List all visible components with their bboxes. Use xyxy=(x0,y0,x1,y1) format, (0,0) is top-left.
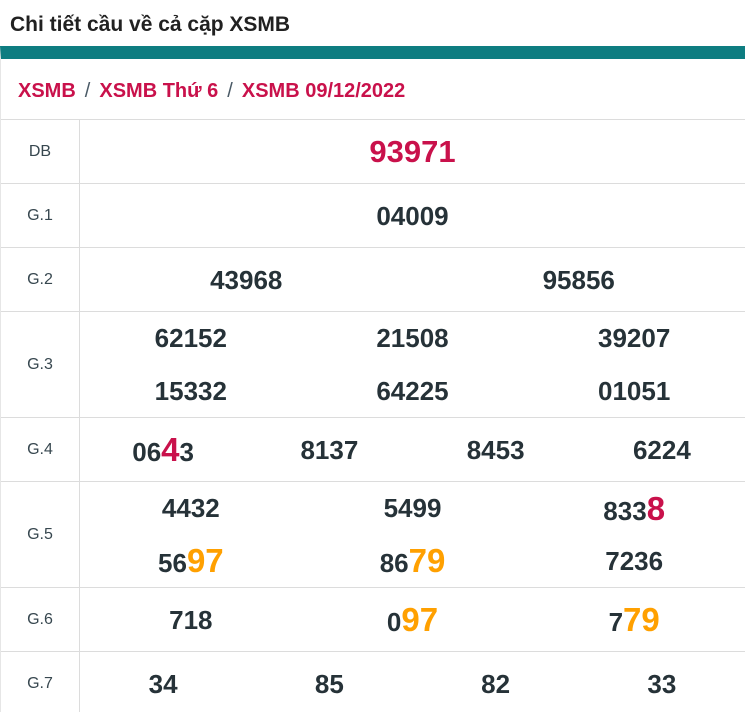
highlighted-digits: 8 xyxy=(646,489,666,527)
prize-row-values: 4432 5499 8338 5697 8679 7236 xyxy=(80,482,745,587)
digits: 8453 xyxy=(466,434,525,465)
prize-row-label: G.7 xyxy=(1,652,80,712)
prize-value: 39207 xyxy=(523,325,745,351)
digits: 82 xyxy=(481,668,511,699)
prize-row-db: DB 93971 xyxy=(1,120,745,184)
prize-row-label: G.1 xyxy=(1,184,80,247)
prize-value: 04009 xyxy=(80,203,745,229)
highlighted-digits: 79 xyxy=(623,601,660,638)
content-panel: XSMB / XSMB Thứ 6 / XSMB 09/12/2022 DB 93971 G… xyxy=(0,46,745,712)
digits: 6224 xyxy=(632,434,691,465)
breadcrumb-link-0[interactable]: XSMB xyxy=(18,80,76,102)
prize-row-values: 34 85 82 33 xyxy=(80,652,745,712)
prize-row-g7: G.7 34 85 82 33 xyxy=(1,652,745,712)
digits: 5499 xyxy=(383,493,442,524)
digits: 8137 xyxy=(300,434,359,465)
prize-row-label: G.2 xyxy=(1,248,80,311)
prize-value: 8137 xyxy=(246,437,412,463)
digits: 39207 xyxy=(598,323,671,354)
digits: 86 xyxy=(379,548,409,579)
digits: 15332 xyxy=(154,375,227,406)
highlighted-digits: 79 xyxy=(408,542,446,580)
digits: 7 xyxy=(608,607,624,637)
prize-value: 097 xyxy=(302,603,524,636)
prize-row-values: 04009 xyxy=(80,184,745,247)
prize-row-g5: G.5 4432 5499 8338 5697 8679 7236 xyxy=(1,482,745,588)
highlighted-digits: 97 xyxy=(401,601,439,638)
prize-row-g3: G.3 62152 21508 39207 15332 64225 01051 xyxy=(1,312,745,418)
breadcrumb-separator: / xyxy=(227,80,233,102)
prize-value: 718 xyxy=(80,607,302,633)
digits: 95856 xyxy=(542,264,615,295)
prize-value: 8338 xyxy=(523,492,745,525)
page-title: Chi tiết cầu về cả cặp XSMB xyxy=(10,13,291,36)
prize-value: 33 xyxy=(579,671,745,697)
prize-value: 779 xyxy=(523,603,745,636)
prize-row-values: 718 097 779 xyxy=(80,588,745,651)
prize-value: 4432 xyxy=(80,495,302,521)
highlighted-digits: 97 xyxy=(186,542,224,580)
digits: 833 xyxy=(603,495,647,526)
digits: 56 xyxy=(158,548,187,579)
prize-value: 6224 xyxy=(579,437,745,463)
prize-value: 43968 xyxy=(80,267,413,293)
prize-row-label: G.3 xyxy=(1,312,80,417)
prize-row-values: 0643 8137 8453 6224 xyxy=(80,418,745,481)
prize-value: 8453 xyxy=(413,437,579,463)
digits: 0 xyxy=(386,607,402,637)
prize-row-g2: G.2 43968 95856 xyxy=(1,248,745,312)
prize-row-values: 93971 xyxy=(80,120,745,183)
prize-value: 7236 xyxy=(523,548,745,574)
prize-value: 21508 xyxy=(302,325,524,351)
prize-row-label: G.6 xyxy=(1,588,80,651)
breadcrumb: XSMB / XSMB Thứ 6 / XSMB 09/12/2022 xyxy=(1,59,745,120)
prize-value: 82 xyxy=(413,671,579,697)
breadcrumb-separator: / xyxy=(84,80,91,102)
digits: 33 xyxy=(647,668,677,699)
prize-value: 5499 xyxy=(302,495,524,521)
digits: 62152 xyxy=(154,323,227,354)
prize-row-label: DB xyxy=(1,120,80,183)
digits: 93971 xyxy=(369,134,456,169)
digits: 7236 xyxy=(605,545,664,576)
prize-row-g1: G.1 04009 xyxy=(1,184,745,248)
digits: 4432 xyxy=(161,493,220,524)
prize-row-g6: G.6 718 097 779 xyxy=(1,588,745,652)
digits: 06 xyxy=(132,437,162,467)
digits: 718 xyxy=(169,604,213,635)
digits: 43968 xyxy=(210,264,283,295)
prize-value: 93971 xyxy=(80,136,745,167)
prize-value: 01051 xyxy=(523,378,745,404)
prize-row-g4: G.4 0643 8137 8453 6224 xyxy=(1,418,745,482)
prize-value: 85 xyxy=(246,671,412,697)
digits: 64225 xyxy=(376,375,449,406)
prize-value: 8679 xyxy=(302,544,524,577)
breadcrumb-link-2[interactable]: XSMB 09/12/2022 xyxy=(242,80,405,102)
prize-row-label: G.4 xyxy=(1,418,80,481)
prize-row-values: 43968 95856 xyxy=(80,248,745,311)
digits: 21508 xyxy=(376,323,449,354)
prize-row-values: 62152 21508 39207 15332 64225 01051 xyxy=(80,312,745,417)
prize-value: 62152 xyxy=(80,325,302,351)
digits: 3 xyxy=(179,437,194,467)
digits: 85 xyxy=(314,668,344,699)
digits: 34 xyxy=(148,668,178,699)
prize-value: 64225 xyxy=(302,378,524,404)
prize-value: 0643 xyxy=(80,433,246,466)
prize-table: DB 93971 G.1 04009 G.2 43968 95856 G.3 62152 2150… xyxy=(1,120,745,712)
prize-value: 95856 xyxy=(413,267,745,293)
digits: 04009 xyxy=(376,200,449,231)
digits: 01051 xyxy=(598,375,671,406)
prize-value: 34 xyxy=(80,671,246,697)
prize-value: 15332 xyxy=(80,378,302,404)
prize-row-label: G.5 xyxy=(1,482,80,587)
highlighted-digits: 4 xyxy=(161,431,180,468)
prize-value: 5697 xyxy=(80,544,302,577)
breadcrumb-link-1[interactable]: XSMB Thứ 6 xyxy=(99,80,218,102)
